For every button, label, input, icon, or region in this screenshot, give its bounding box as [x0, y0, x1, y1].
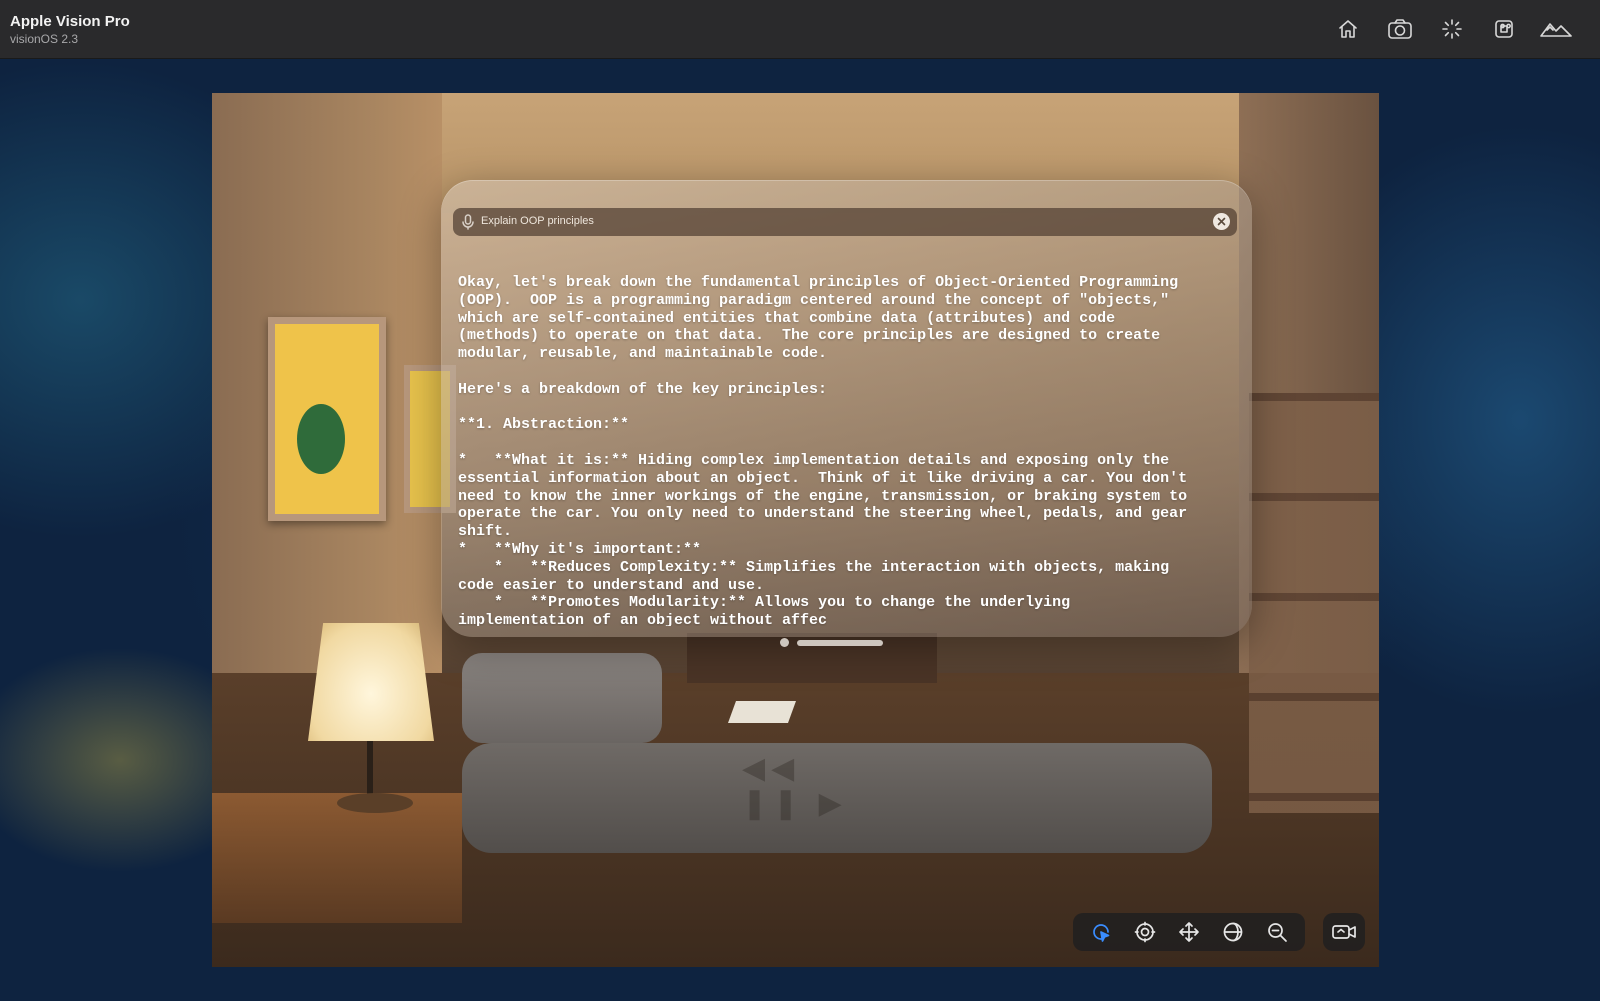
os-version: visionOS 2.3: [10, 32, 79, 46]
bookshelf: [1249, 393, 1379, 813]
microphone-icon: [461, 214, 475, 230]
home-icon[interactable]: [1332, 14, 1364, 44]
close-button[interactable]: [1213, 213, 1230, 230]
environment-icon[interactable]: [1540, 14, 1572, 44]
camera-icon[interactable]: [1323, 913, 1365, 951]
title-bar: Apple Vision Pro visionOS 2.3: [0, 0, 1600, 59]
prompt-bar: Explain OOP principles: [453, 208, 1237, 236]
zoom-icon[interactable]: [1261, 917, 1293, 947]
screenshot-icon[interactable]: [1384, 14, 1416, 44]
lamp-base: [337, 793, 413, 813]
pan-icon[interactable]: [1173, 917, 1205, 947]
coffee-table-book: [727, 701, 797, 723]
window-dot-indicator[interactable]: [780, 638, 789, 647]
immersion-icon[interactable]: [1436, 14, 1468, 44]
orbit-icon[interactable]: [1217, 917, 1249, 947]
assistant-window: Explain OOP principles Okay, let's break…: [441, 180, 1252, 637]
wall-painting: [268, 317, 386, 521]
response-text: Okay, let's break down the fundamental p…: [458, 274, 1188, 626]
window-grabber[interactable]: [797, 640, 883, 646]
faded-media-controls: ◀◀ ❚❚ ▶: [742, 752, 848, 820]
interaction-toolbar: [1073, 913, 1305, 951]
command-icon[interactable]: [1488, 14, 1520, 44]
titlebar-actions: [1332, 14, 1572, 44]
side-table: [212, 793, 462, 923]
prompt-text: Explain OOP principles: [481, 215, 594, 227]
app-name: Apple Vision Pro: [10, 13, 130, 30]
lamp-stand: [367, 741, 373, 801]
interact-icon[interactable]: [1085, 917, 1117, 947]
look-icon[interactable]: [1129, 917, 1161, 947]
lamp-shade: [308, 623, 434, 741]
armchair: [462, 653, 662, 743]
